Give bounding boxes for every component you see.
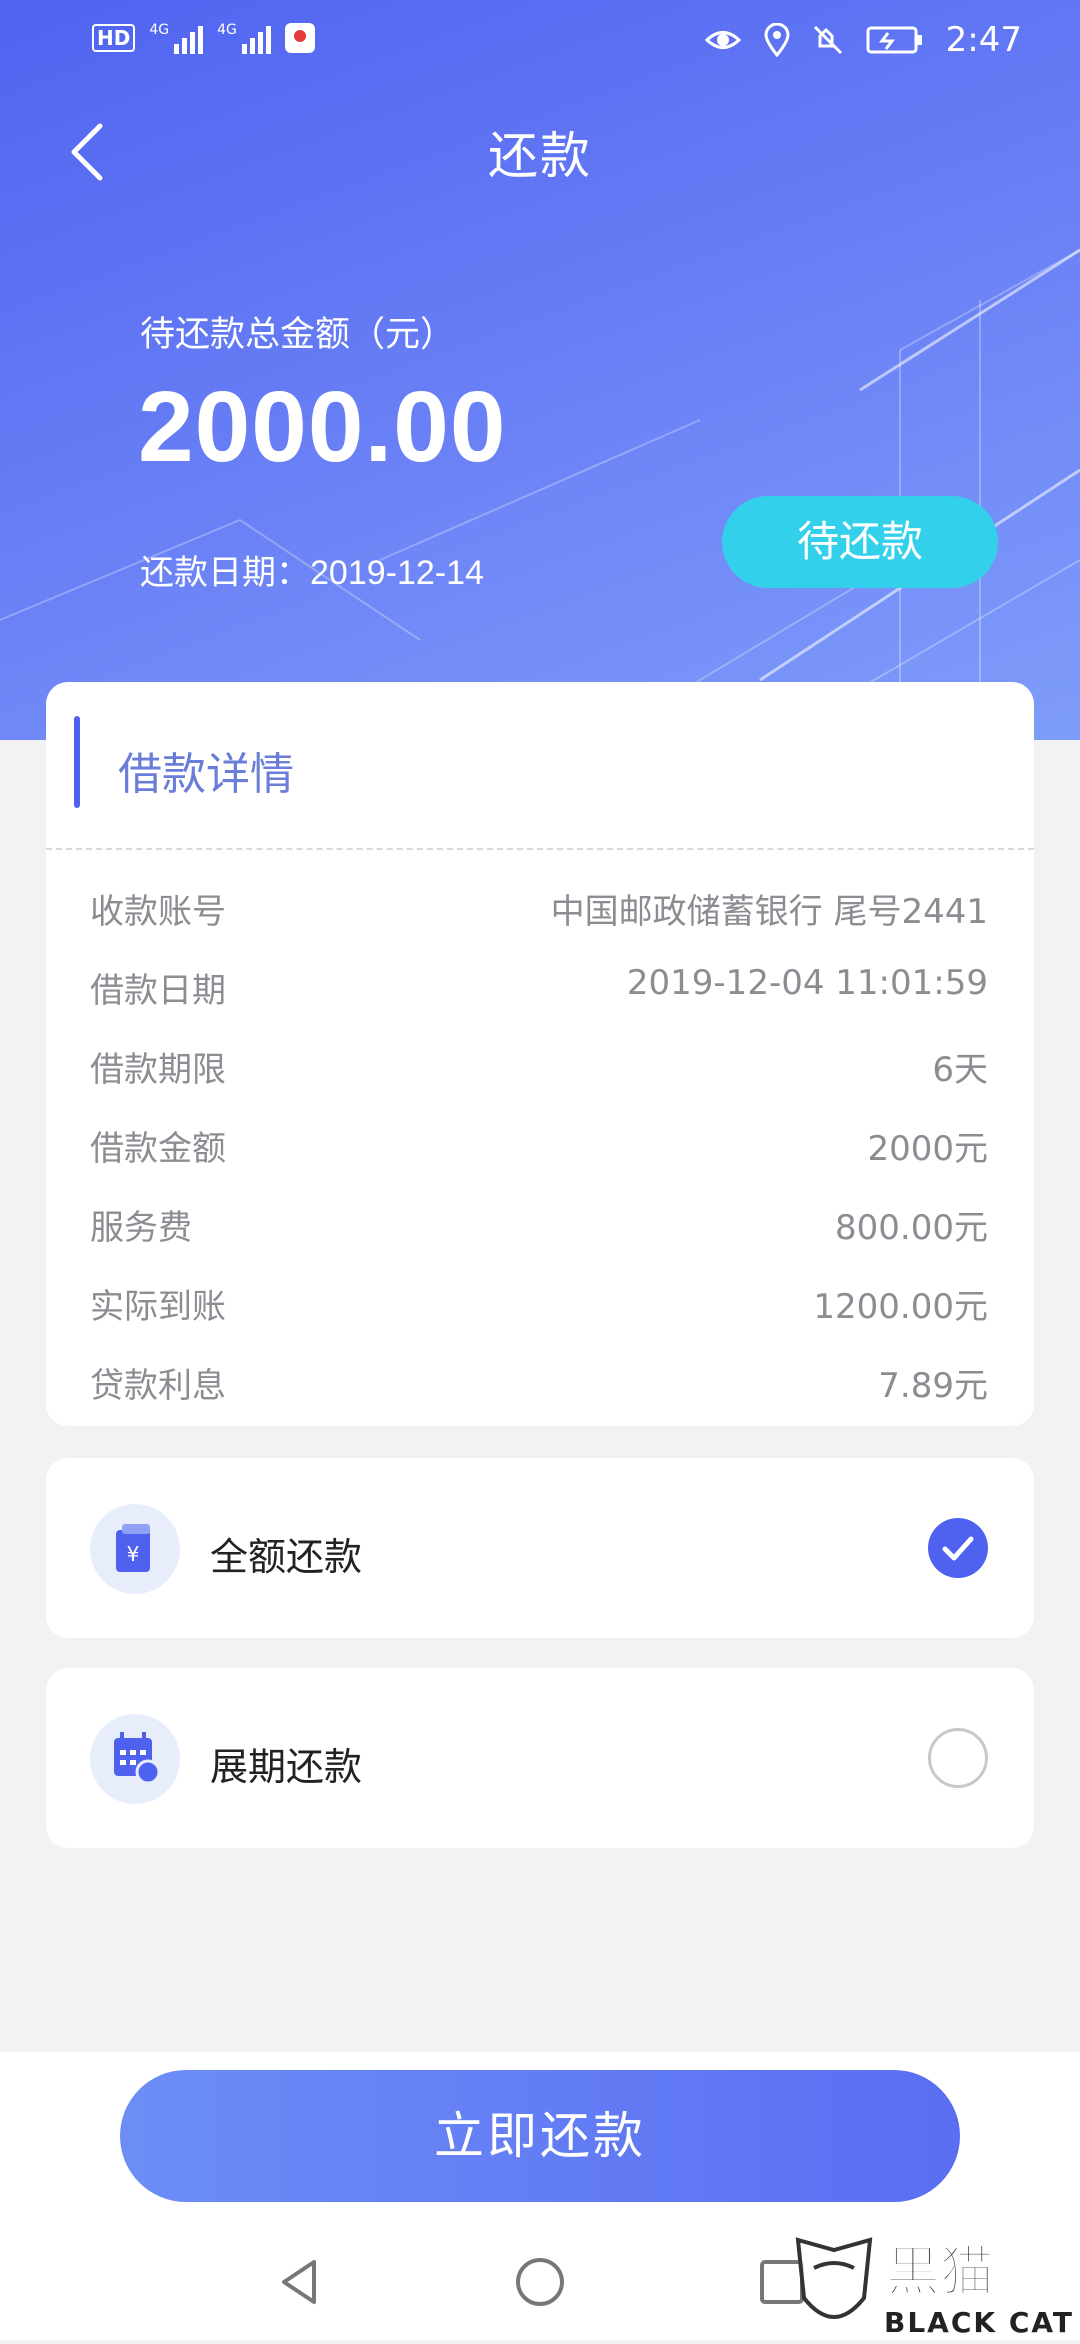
header: HD 4G 4G 2:47 还款 待还款总金额（元） 2000.00 还款日期：… bbox=[0, 0, 1080, 740]
watermark-text-en: BLACK CAT bbox=[884, 2306, 1074, 2339]
signal-icon-2: 4G bbox=[217, 22, 271, 54]
option-extension-repayment[interactable]: 展期还款 bbox=[46, 1668, 1034, 1848]
detail-row-label: 贷款利息 bbox=[90, 1366, 226, 1406]
total-amount: 2000.00 bbox=[138, 371, 507, 483]
detail-row-label: 实际到账 bbox=[90, 1287, 226, 1327]
status-bar: HD 4G 4G 2:47 bbox=[0, 0, 1080, 84]
location-icon bbox=[764, 23, 790, 57]
detail-row-interest: 贷款利息 7.89元 bbox=[46, 1336, 1034, 1415]
detail-card-header: 借款详情 bbox=[46, 682, 1034, 850]
detail-row-value: 7.89元 bbox=[878, 1366, 988, 1406]
radio-checked[interactable] bbox=[928, 1518, 988, 1578]
detail-row-service-fee: 服务费 800.00元 bbox=[46, 1178, 1034, 1257]
detail-row-value: 1200.00元 bbox=[813, 1287, 988, 1327]
calendar-icon bbox=[90, 1714, 180, 1804]
watermark-text-cn: 黑猫 bbox=[886, 2240, 994, 2303]
detail-row-loan-date: 借款日期 2019-12-04 11:01:59 bbox=[46, 941, 1034, 1020]
black-cat-watermark: 黑猫 BLACK CAT bbox=[784, 2228, 1074, 2340]
detail-row-value: 中国邮政储蓄银行 尾号2441 bbox=[550, 892, 988, 932]
notification-app-icon bbox=[284, 23, 315, 53]
svg-text:¥: ¥ bbox=[127, 1542, 140, 1566]
battery-icon bbox=[866, 26, 922, 54]
mute-icon bbox=[813, 25, 842, 55]
detail-row-term: 借款期限 6天 bbox=[46, 1020, 1034, 1099]
clock: 2:47 bbox=[945, 20, 1022, 60]
detail-row-value: 2000元 bbox=[867, 1129, 988, 1169]
detail-row-label: 借款日期 bbox=[90, 971, 226, 1011]
option-full-repayment[interactable]: ¥ 全额还款 bbox=[46, 1458, 1034, 1638]
detail-row-label: 借款期限 bbox=[90, 1050, 226, 1090]
option-label: 展期还款 bbox=[210, 1745, 363, 1789]
section-accent-bar bbox=[74, 716, 80, 808]
loan-detail-card: 借款详情 收款账号 中国邮政储蓄银行 尾号2441 借款日期 2019-12-0… bbox=[46, 682, 1034, 1426]
option-label: 全额还款 bbox=[210, 1535, 363, 1579]
detail-row-label: 服务费 bbox=[90, 1208, 192, 1248]
detail-row-value: 2019-12-04 11:01:59 bbox=[626, 963, 988, 1003]
detail-row-label: 借款金额 bbox=[90, 1129, 226, 1169]
nav-back-icon[interactable] bbox=[270, 2252, 330, 2312]
detail-row-label: 收款账号 bbox=[90, 892, 226, 932]
checkmark-icon bbox=[942, 1536, 974, 1561]
wallet-yuan-icon: ¥ bbox=[90, 1504, 180, 1594]
eye-icon bbox=[704, 31, 741, 49]
page-title: 还款 bbox=[488, 127, 592, 185]
due-date-value: 2019-12-14 bbox=[310, 554, 484, 592]
due-date-label: 还款日期： bbox=[140, 554, 310, 592]
nav-home-icon[interactable] bbox=[510, 2252, 570, 2312]
hd-badge: HD bbox=[92, 24, 136, 52]
radio-unchecked[interactable] bbox=[928, 1728, 988, 1788]
detail-row-received: 实际到账 1200.00元 bbox=[46, 1257, 1034, 1336]
detail-row-account: 收款账号 中国邮政储蓄银行 尾号2441 bbox=[46, 862, 1034, 941]
detail-row-value: 800.00元 bbox=[835, 1208, 988, 1248]
detail-row-loan-amount: 借款金额 2000元 bbox=[46, 1099, 1034, 1178]
cat-logo-icon bbox=[795, 2237, 873, 2319]
repay-now-button[interactable]: 立即还款 bbox=[120, 2070, 960, 2202]
detail-card-title: 借款详情 bbox=[118, 749, 294, 800]
due-date: 还款日期：2019-12-14 bbox=[140, 545, 484, 594]
detail-row-value: 6天 bbox=[932, 1050, 988, 1090]
status-badge: 待还款 bbox=[722, 496, 998, 588]
amount-label: 待还款总金额（元） bbox=[140, 315, 456, 355]
signal-icon: 4G bbox=[149, 22, 204, 54]
